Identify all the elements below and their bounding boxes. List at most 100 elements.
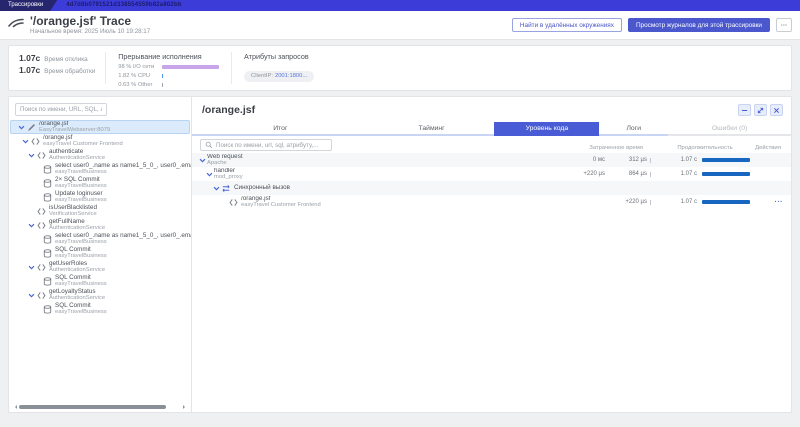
tree-item[interactable]: getUserRoles AuthenticationService: [9, 260, 191, 274]
trace-summary-card: 1.07с Время отклика 1.07с Время обработк…: [8, 45, 792, 91]
detail-row-subtitle: Apache: [207, 160, 227, 167]
client-ip-badge[interactable]: ClientIP: 2001:1800...: [244, 70, 315, 82]
tree-item-subtitle: easyTravelBusiness: [55, 183, 107, 190]
database-icon: [42, 234, 52, 244]
breakdown-row: 98 % I/O сети: [118, 64, 220, 70]
chevron-down-icon[interactable]: [27, 263, 35, 271]
elapsed-tick: [647, 171, 657, 177]
tree-item[interactable]: getFullName AuthenticationService: [9, 218, 191, 232]
pen-icon: [26, 122, 36, 132]
metric-row: 1.07с Время обработки: [19, 65, 95, 75]
tree-item[interactable]: authenticate AuthenticationService: [9, 148, 191, 162]
tree-item[interactable]: select user0_.name as name1_5_0_, user0_…: [9, 232, 191, 246]
chevron-down-icon[interactable]: [17, 123, 25, 131]
detail-row[interactable]: Web request Apache 0 мс 312 µs 1.07 с: [192, 153, 791, 167]
database-icon: [42, 248, 52, 258]
code-icon: [36, 262, 46, 272]
tree-item[interactable]: select user0_.name as name1_5_0_, user0_…: [9, 162, 191, 176]
tree-item[interactable]: SQL Commit easyTravelBusiness: [9, 246, 191, 260]
metric-row: 1.07с Время отклика: [19, 53, 95, 63]
chevron-down-icon[interactable]: [21, 137, 29, 145]
badge-key: ClientIP:: [251, 73, 273, 79]
duration-bar: [697, 158, 753, 162]
tree-item-subtitle: easyTravelBusiness: [55, 197, 107, 204]
tree-search-input[interactable]: [15, 103, 107, 116]
database-icon: [42, 192, 52, 202]
tree-item[interactable]: Update loginuser easyTravelBusiness: [9, 190, 191, 204]
scrollbar-thumb[interactable]: [19, 404, 167, 409]
close-panel-button[interactable]: [770, 104, 783, 116]
detail-search-box[interactable]: [200, 139, 332, 151]
elapsed-tick: [647, 157, 657, 163]
traces-nav-tab[interactable]: Трассировки: [0, 0, 55, 11]
tree-item[interactable]: /orange.jsf easyTravel Customer Frontend: [9, 134, 191, 148]
detail-title: /orange.jsf: [202, 104, 256, 116]
row-actions-button[interactable]: ···: [753, 199, 783, 206]
tree-item[interactable]: isUserBlacklisted VerificationService: [9, 204, 191, 218]
tree-item[interactable]: SQL Commit easyTravelBusiness: [9, 274, 191, 288]
elapsed-start-value: 0 мс: [592, 157, 605, 163]
tree-item-subtitle: easyTravelBusiness: [55, 253, 107, 260]
tree-item-subtitle: AuthenticationService: [49, 225, 106, 232]
chevron-down-icon[interactable]: [205, 170, 213, 178]
tree-item[interactable]: /orange.jsf EasyTravelWebserver:8079: [10, 120, 190, 134]
tree-item-subtitle: easyTravelBusiness: [55, 281, 107, 288]
scroll-left-arrow[interactable]: [13, 404, 17, 409]
elapsed-start-value: +220 µs: [583, 171, 605, 177]
metric-value: 1.07с: [19, 65, 41, 75]
chevron-down-icon[interactable]: [212, 184, 220, 192]
find-remote-environments-button[interactable]: Найти в удалённых окружениях: [511, 18, 622, 32]
breakdown-label: 98 % I/O сети: [118, 64, 155, 70]
tree-item-subtitle: VerificationService: [49, 211, 97, 218]
detail-row-subtitle: easyTravel Customer Frontend: [241, 202, 321, 209]
trace-icon: [8, 16, 24, 34]
tab-итог[interactable]: Итог: [192, 122, 369, 136]
horizontal-scrollbar[interactable]: [13, 404, 187, 409]
code-icon: [30, 136, 40, 146]
elapsed-time-column-header: Затраченное время: [589, 145, 643, 151]
chevron-down-icon[interactable]: [27, 151, 35, 159]
expand-panel-button[interactable]: [754, 104, 767, 116]
breakdown-label: 1.82 % CPU: [118, 73, 151, 79]
tree-item[interactable]: 2× SQL Commit easyTravelBusiness: [9, 176, 191, 190]
trace-id-breadcrumb[interactable]: 4d7d8b0791521d338554559b82a802bb: [50, 0, 800, 11]
detail-column-headers: Затраченное время Продолжительность Дейс…: [560, 145, 783, 151]
trace-tree: /orange.jsf EasyTravelWebserver:8079 /or…: [9, 120, 191, 316]
tree-item[interactable]: SQL Commit easyTravelBusiness: [9, 302, 191, 316]
elapsed-value: 864 µs: [628, 171, 647, 177]
detail-row[interactable]: Синхронный вызов: [192, 181, 791, 195]
chevron-down-icon[interactable]: [27, 291, 35, 299]
chevron-down-icon[interactable]: [27, 221, 35, 229]
trace-main-card: /orange.jsf EasyTravelWebserver:8079 /or…: [8, 96, 792, 413]
view-logs-button[interactable]: Просмотр журналов для этой трассировки: [627, 18, 770, 32]
tab-логи[interactable]: Логи: [599, 122, 669, 136]
tree-item-subtitle: easyTravelBusiness: [55, 309, 107, 316]
scroll-right-arrow[interactable]: [183, 404, 187, 409]
code-icon: [36, 220, 46, 230]
scrollbar-track[interactable]: [19, 404, 181, 409]
sync-icon: [221, 183, 231, 193]
tab-уровень-кода[interactable]: Уровень кода: [494, 122, 600, 136]
tree-item[interactable]: getLoyaltyStatus AuthenticationService: [9, 288, 191, 302]
tab-тайминг[interactable]: Тайминг: [368, 122, 495, 136]
detail-rows: Web request Apache 0 мс 312 µs 1.07 с han…: [192, 153, 791, 209]
code-icon: [36, 206, 46, 216]
minimize-panel-button[interactable]: [738, 104, 751, 116]
detail-search-input[interactable]: [216, 141, 327, 149]
more-actions-button[interactable]: ···: [776, 18, 792, 32]
attributes-title: Атрибуты запросов: [244, 52, 309, 61]
detail-row[interactable]: /orange.jsf easyTravel Customer Frontend …: [192, 195, 791, 209]
detail-row[interactable]: handler mod_proxy +220 µs 864 µs 1.07 с: [192, 167, 791, 181]
elapsed-value: 312 µs: [628, 157, 647, 163]
chevron-down-icon[interactable]: [198, 156, 206, 164]
elapsed-tick: [647, 199, 657, 205]
top-navigation-bar: Трассировки 4d7d8b0791521d338554559b82a8…: [0, 0, 800, 11]
breakdown-bar: [162, 83, 164, 87]
breakdown-label: 0.63 % Other: [118, 82, 153, 88]
actions-column-header: Действия: [755, 145, 781, 151]
request-attributes-section: Атрибуты запросов ClientIP: 2001:1800...: [232, 46, 326, 90]
